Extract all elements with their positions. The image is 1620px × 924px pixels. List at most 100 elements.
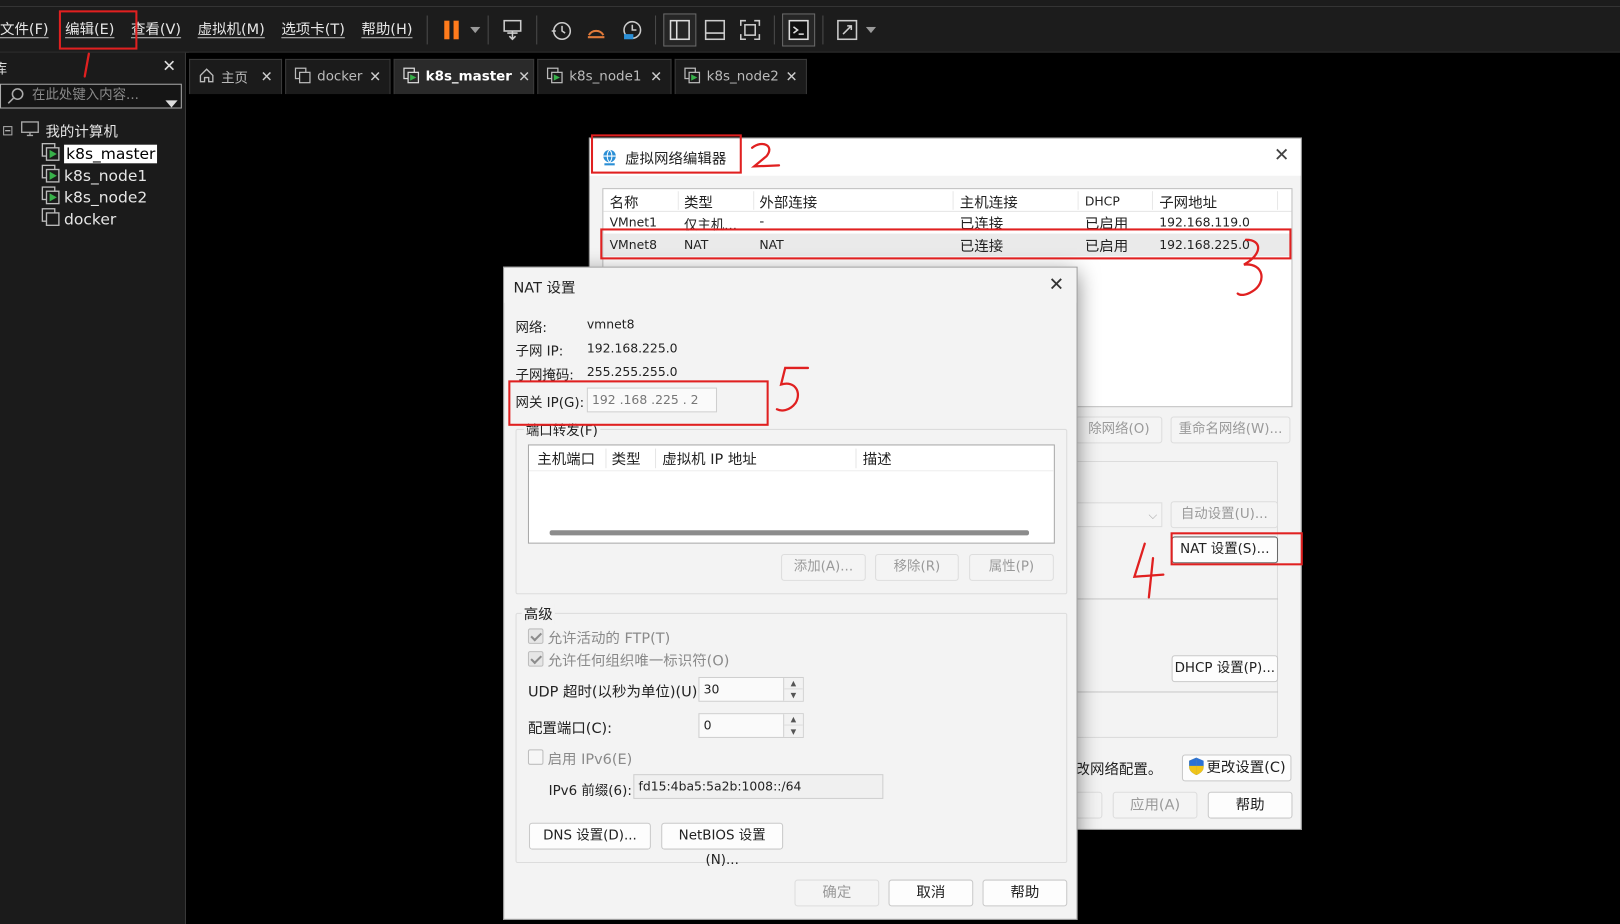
- tree-item-k8s-node1[interactable]: k8s_node1: [41, 164, 147, 186]
- menu-help[interactable]: 帮助(H): [353, 15, 421, 44]
- divider: [1075, 691, 1279, 693]
- config-port-label: 配置端口(C):: [527, 720, 613, 737]
- column-header[interactable]: 类型: [612, 449, 641, 470]
- computer-icon: [21, 120, 40, 141]
- horizontal-scrollbar[interactable]: [549, 530, 1030, 536]
- manage-snapshots-icon[interactable]: [616, 14, 647, 45]
- column-header[interactable]: 虚拟机 IP 地址: [662, 449, 757, 470]
- add-button[interactable]: 添加(A)...: [781, 553, 866, 581]
- bridge-select[interactable]: ⌵: [1075, 502, 1163, 528]
- tree-item-docker[interactable]: docker: [41, 207, 117, 230]
- close-icon[interactable]: ✕: [650, 69, 662, 86]
- tree-item-k8s-node2[interactable]: k8s_node2: [41, 185, 148, 208]
- collapse-icon[interactable]: [3, 126, 13, 136]
- fullscreen-icon[interactable]: [735, 14, 766, 45]
- dialog-title-bar: 虚拟网络编辑器 ✕: [589, 138, 1301, 176]
- close-icon[interactable]: ✕: [1049, 274, 1065, 296]
- close-icon[interactable]: ✕: [369, 69, 381, 86]
- ok-button-partial[interactable]: [1075, 791, 1103, 819]
- divider: [1075, 598, 1279, 600]
- column-header[interactable]: 名称: [610, 192, 639, 213]
- udp-timeout-value: 30: [703, 682, 720, 697]
- menu-tabs[interactable]: 选项卡(T): [273, 15, 353, 44]
- stepper-arrows[interactable]: ▲ ▼: [783, 714, 803, 737]
- cell-name: VMnet8: [609, 237, 657, 253]
- admin-note: 改网络配置。: [1075, 761, 1163, 779]
- title-bar: [0, 0, 1620, 8]
- allow-oui-checkbox[interactable]: [527, 651, 544, 667]
- tab-label: k8s_node1: [569, 69, 642, 85]
- send-keys-icon[interactable]: [497, 14, 528, 45]
- column-header[interactable]: 子网地址: [1159, 192, 1217, 213]
- help-button[interactable]: 帮助: [982, 879, 1068, 907]
- revert-snapshot-icon[interactable]: [581, 14, 612, 45]
- tab-docker[interactable]: docker ✕: [285, 58, 391, 95]
- stepper-arrows[interactable]: ▲ ▼: [783, 678, 803, 701]
- pause-icon[interactable]: [436, 14, 467, 45]
- column-header[interactable]: 类型: [684, 192, 713, 213]
- ok-button[interactable]: 确定: [794, 879, 880, 907]
- tree-item-label: k8s_node2: [64, 187, 148, 207]
- tree-root[interactable]: 我的计算机: [0, 120, 118, 142]
- dhcp-settings-button[interactable]: DHCP 设置(P)...: [1171, 655, 1279, 683]
- config-port-value: 0: [703, 718, 712, 733]
- properties-button[interactable]: 属性(P): [969, 553, 1054, 581]
- close-icon[interactable]: ✕: [518, 69, 530, 86]
- allow-ftp-checkbox[interactable]: [527, 628, 544, 644]
- rename-network-button[interactable]: 重命名网络(W)...: [1170, 416, 1291, 444]
- column-header[interactable]: 主机端口: [537, 449, 595, 470]
- stretch-dropdown-icon[interactable]: [865, 14, 877, 45]
- snapshot-icon[interactable]: [546, 14, 577, 45]
- console-icon[interactable]: [782, 12, 816, 46]
- help-button[interactable]: 帮助: [1207, 791, 1293, 819]
- close-icon[interactable]: ✕: [162, 56, 176, 76]
- column-header[interactable]: DHCP: [1085, 194, 1120, 208]
- netbios-settings-button[interactable]: NetBIOS 设置(N)...: [661, 822, 784, 868]
- column-header[interactable]: 外部连接: [759, 192, 817, 213]
- change-settings-button[interactable]: 更改设置(C): [1181, 754, 1292, 782]
- tab-k8s-master[interactable]: k8s_master ✕: [393, 58, 535, 95]
- close-icon[interactable]: ✕: [261, 69, 273, 86]
- toolbar-separator: [536, 14, 538, 44]
- library-header: 库 ✕: [0, 54, 186, 81]
- menu-file[interactable]: 文件(F): [0, 15, 57, 44]
- tab-k8s-node1[interactable]: k8s_node1 ✕: [537, 58, 672, 95]
- enable-ipv6-checkbox[interactable]: [527, 749, 544, 765]
- tab-k8s-node2[interactable]: k8s_node2 ✕: [674, 58, 807, 95]
- remove-button[interactable]: 移除(R): [875, 553, 959, 581]
- apply-button[interactable]: 应用(A): [1112, 791, 1198, 819]
- close-icon[interactable]: ✕: [785, 69, 797, 86]
- thumbnail-bar-icon[interactable]: [700, 14, 731, 45]
- sidebar-toggle-icon[interactable]: [663, 12, 697, 46]
- cancel-button[interactable]: 取消: [888, 879, 974, 907]
- remove-network-button[interactable]: 除网络(O): [1075, 416, 1163, 444]
- menu-edit[interactable]: 编辑(E): [57, 15, 123, 44]
- tree-item-label: docker: [64, 209, 117, 228]
- search-placeholder: 在此处键入内容...: [32, 87, 139, 104]
- tab-bar: 主页 ✕ docker ✕ k8s_master ✕ k8s_node1 ✕ k…: [189, 58, 807, 95]
- chevron-down-icon[interactable]: [165, 93, 178, 116]
- stretch-icon[interactable]: [832, 14, 863, 45]
- vm-icon: [294, 67, 311, 88]
- tab-home[interactable]: 主页 ✕: [189, 58, 283, 95]
- close-icon[interactable]: ✕: [1274, 145, 1290, 167]
- auto-settings-button[interactable]: 自动设置(U)...: [1170, 501, 1279, 529]
- ipv6-prefix-input[interactable]: fd15:4ba5:5a2b:1008::/64: [633, 774, 884, 799]
- gateway-ip-input[interactable]: 192 .168 .225 . 2: [586, 387, 718, 413]
- allow-ftp-label: 允许活动的 FTP(T): [547, 630, 671, 648]
- column-header[interactable]: 主机连接: [960, 192, 1018, 213]
- nat-settings-button[interactable]: NAT 设置(S)...: [1171, 536, 1279, 564]
- dns-settings-button[interactable]: DNS 设置(D)...: [528, 822, 651, 850]
- config-port-stepper[interactable]: 0 ▲ ▼: [698, 713, 804, 738]
- library-search-input[interactable]: 在此处键入内容...: [0, 83, 182, 109]
- menu-view[interactable]: 查看(V): [123, 15, 190, 44]
- tree-item-k8s-master[interactable]: k8s_master: [41, 142, 158, 165]
- menu-vm[interactable]: 虚拟机(M): [189, 15, 273, 44]
- column-header[interactable]: 描述: [863, 449, 892, 470]
- pause-dropdown-icon[interactable]: [469, 14, 481, 45]
- table-row-vmnet1[interactable]: VMnet1 仅主机... - 已连接 已启用 192.168.119.0: [603, 213, 1291, 234]
- udp-timeout-stepper[interactable]: 30 ▲ ▼: [698, 676, 804, 702]
- cell-subnet: 192.168.119.0: [1159, 214, 1250, 230]
- cell-name: VMnet1: [609, 214, 657, 230]
- table-row-vmnet8[interactable]: VMnet8 NAT NAT 已连接 已启用 192.168.225.0: [603, 233, 1292, 257]
